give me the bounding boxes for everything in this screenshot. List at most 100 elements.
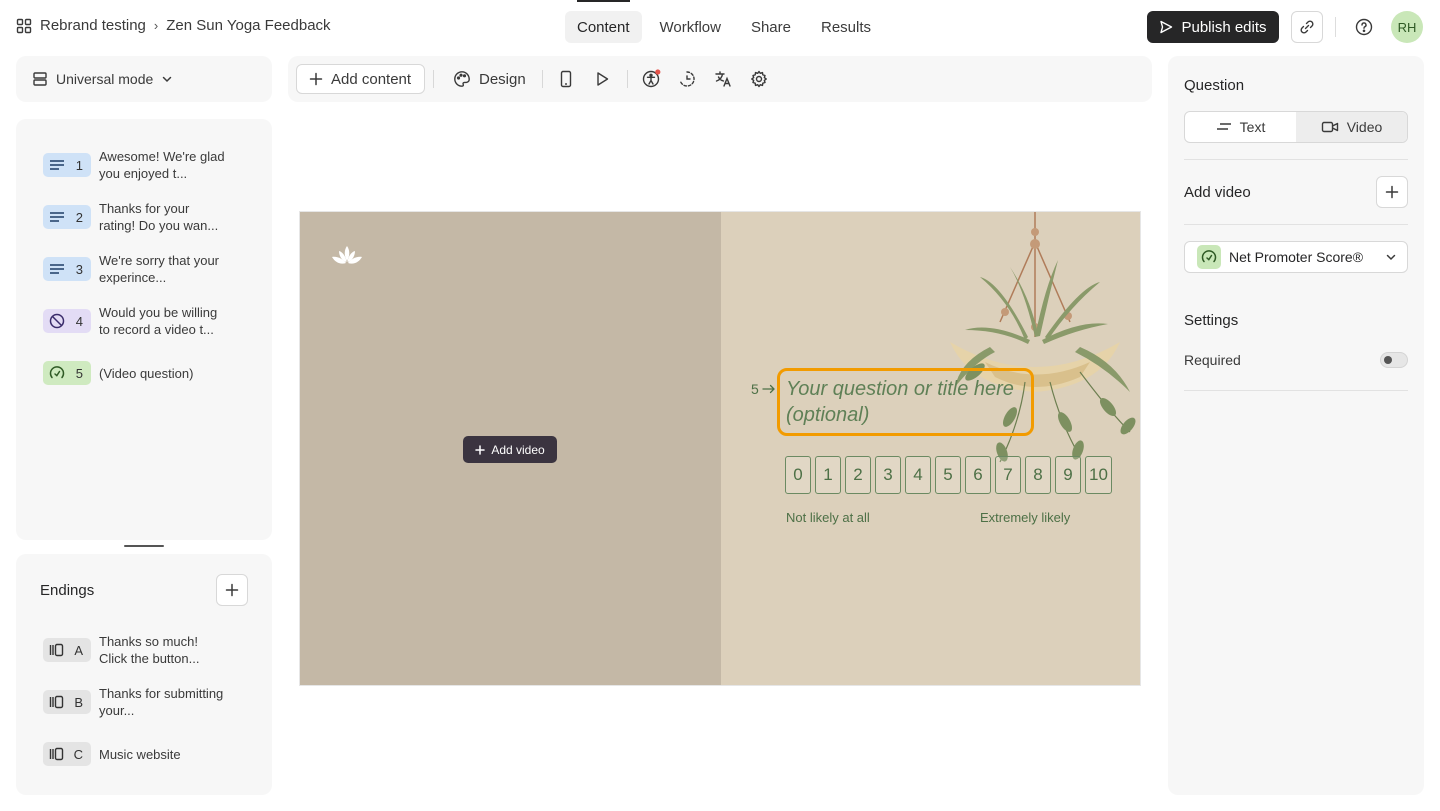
settings-heading: Settings xyxy=(1184,312,1239,329)
question-number: 4 xyxy=(75,313,83,329)
divider xyxy=(433,70,434,88)
nps-option[interactable]: 5 xyxy=(935,456,961,494)
gauge-icon xyxy=(1197,245,1221,269)
breadcrumb-workspace[interactable]: Rebrand testing xyxy=(40,17,146,34)
tab-content[interactable]: Content xyxy=(565,0,642,43)
gear-icon[interactable] xyxy=(748,68,770,90)
logic-icon[interactable] xyxy=(676,68,698,90)
required-label: Required xyxy=(1184,352,1241,368)
help-button[interactable] xyxy=(1350,13,1378,41)
video-option-label: Video xyxy=(1346,119,1383,135)
endings-panel: Endings A Thanks so much! Click the butt… xyxy=(16,554,272,795)
question-number-value: 5 xyxy=(751,381,759,397)
divider xyxy=(1184,159,1408,160)
add-video-label: Add video xyxy=(491,442,545,457)
nps-option[interactable]: 9 xyxy=(1055,456,1081,494)
question-badge: 3 xyxy=(43,257,91,281)
text-lines-icon xyxy=(49,159,65,171)
add-ending-button[interactable] xyxy=(216,574,248,606)
question-badge: 5 xyxy=(43,361,91,385)
ending-badge: B xyxy=(43,690,91,714)
list-item[interactable]: 2 Thanks for your rating! Do you wan... xyxy=(16,191,272,243)
text-option[interactable]: Text xyxy=(1185,112,1296,142)
question-number: 1 xyxy=(75,157,83,173)
add-content-label: Add content xyxy=(331,70,412,88)
question-list: 1 Awesome! We're glad you enjoyed t... 2… xyxy=(16,119,272,540)
list-item[interactable]: 4 Would you be willing to record a video… xyxy=(16,295,272,347)
editor-toolbar: Add content Design xyxy=(288,56,1152,102)
nps-option[interactable]: 8 xyxy=(1025,456,1051,494)
add-content-button[interactable]: Add content xyxy=(296,64,425,94)
question-badge: 2 xyxy=(43,205,91,229)
mobile-preview-icon[interactable] xyxy=(555,68,577,90)
nps-option[interactable]: 7 xyxy=(995,456,1021,494)
mode-selector[interactable]: Universal mode xyxy=(16,56,272,102)
nps-high-label: Extremely likely xyxy=(980,510,1071,525)
publish-label: Publish edits xyxy=(1181,18,1267,36)
play-icon[interactable] xyxy=(591,68,613,90)
ending-icon xyxy=(49,747,65,761)
list-item[interactable]: 3 We're sorry that your experince... xyxy=(16,243,272,295)
divider xyxy=(1184,390,1408,391)
form-preview-canvas: Add video 5 Your question or title here … xyxy=(299,211,1141,686)
tab-share[interactable]: Share xyxy=(739,11,803,43)
tab-results[interactable]: Results xyxy=(809,11,883,43)
question-type-dropdown[interactable]: Net Promoter Score® xyxy=(1184,241,1408,273)
grid-icon[interactable] xyxy=(16,18,32,34)
question-badge: 4 xyxy=(43,309,91,333)
endings-list: A Thanks so much! Click the button... B … xyxy=(16,624,272,780)
list-item[interactable]: A Thanks so much! Click the button... xyxy=(16,624,272,676)
publish-button[interactable]: Publish edits xyxy=(1147,11,1279,43)
add-video-panel-button[interactable] xyxy=(1376,176,1408,208)
text-option-label: Text xyxy=(1239,119,1266,135)
text-lines-icon xyxy=(49,263,65,275)
nps-option[interactable]: 10 xyxy=(1085,456,1112,494)
accessibility-icon[interactable] xyxy=(640,68,662,90)
nps-option[interactable]: 2 xyxy=(845,456,871,494)
divider xyxy=(627,70,628,88)
divider xyxy=(1335,17,1336,37)
nps-option[interactable]: 4 xyxy=(905,456,931,494)
question-number: 5 xyxy=(75,365,83,381)
chevron-down-icon xyxy=(161,73,173,85)
plus-icon xyxy=(225,583,239,597)
question-text: Would you be willing to record a video t… xyxy=(99,305,218,337)
chevron-down-icon xyxy=(1385,251,1397,263)
design-button[interactable]: Design xyxy=(445,64,526,94)
form-title[interactable]: Zen Sun Yoga Feedback xyxy=(166,17,330,34)
ending-icon xyxy=(49,643,65,657)
ending-letter: C xyxy=(73,746,83,762)
question-type-label: Net Promoter Score® xyxy=(1229,249,1364,265)
list-item[interactable]: 1 Awesome! We're glad you enjoyed t... xyxy=(16,139,272,191)
question-format-toggle: Text Video xyxy=(1184,111,1408,143)
panel-resize-handle[interactable] xyxy=(124,545,164,547)
nps-option[interactable]: 3 xyxy=(875,456,901,494)
main-tabs: Content Workflow Share Results xyxy=(565,0,883,43)
nps-option[interactable]: 6 xyxy=(965,456,991,494)
divider xyxy=(1184,224,1408,225)
breadcrumb: Rebrand testing › Zen Sun Yoga Feedback xyxy=(16,17,331,34)
add-video-button[interactable]: Add video xyxy=(463,436,557,463)
ending-letter: A xyxy=(74,642,83,658)
nps-option[interactable]: 0 xyxy=(785,456,811,494)
help-icon xyxy=(1355,18,1373,36)
question-text: Awesome! We're glad you enjoyed t... xyxy=(99,149,225,181)
ending-text: Thanks so much! Click the button... xyxy=(99,634,200,666)
nps-option[interactable]: 1 xyxy=(815,456,841,494)
avatar[interactable]: RH xyxy=(1391,11,1423,43)
question-number: 2 xyxy=(75,209,83,225)
ending-badge: C xyxy=(43,742,91,766)
translate-icon[interactable] xyxy=(712,68,734,90)
tab-workflow[interactable]: Workflow xyxy=(648,11,733,43)
list-item[interactable]: B Thanks for submitting your... xyxy=(16,676,272,728)
video-camera-icon xyxy=(1321,120,1339,134)
copy-link-button[interactable] xyxy=(1291,11,1323,43)
arrow-right-icon xyxy=(762,384,776,394)
required-toggle[interactable] xyxy=(1380,352,1408,368)
list-item[interactable]: C Music website xyxy=(16,728,272,780)
no-entry-icon xyxy=(49,313,65,329)
list-item[interactable]: 5 (Video question) xyxy=(16,347,272,399)
question-number: 3 xyxy=(75,261,83,277)
video-option[interactable]: Video xyxy=(1296,112,1407,142)
plus-icon xyxy=(1385,185,1399,199)
